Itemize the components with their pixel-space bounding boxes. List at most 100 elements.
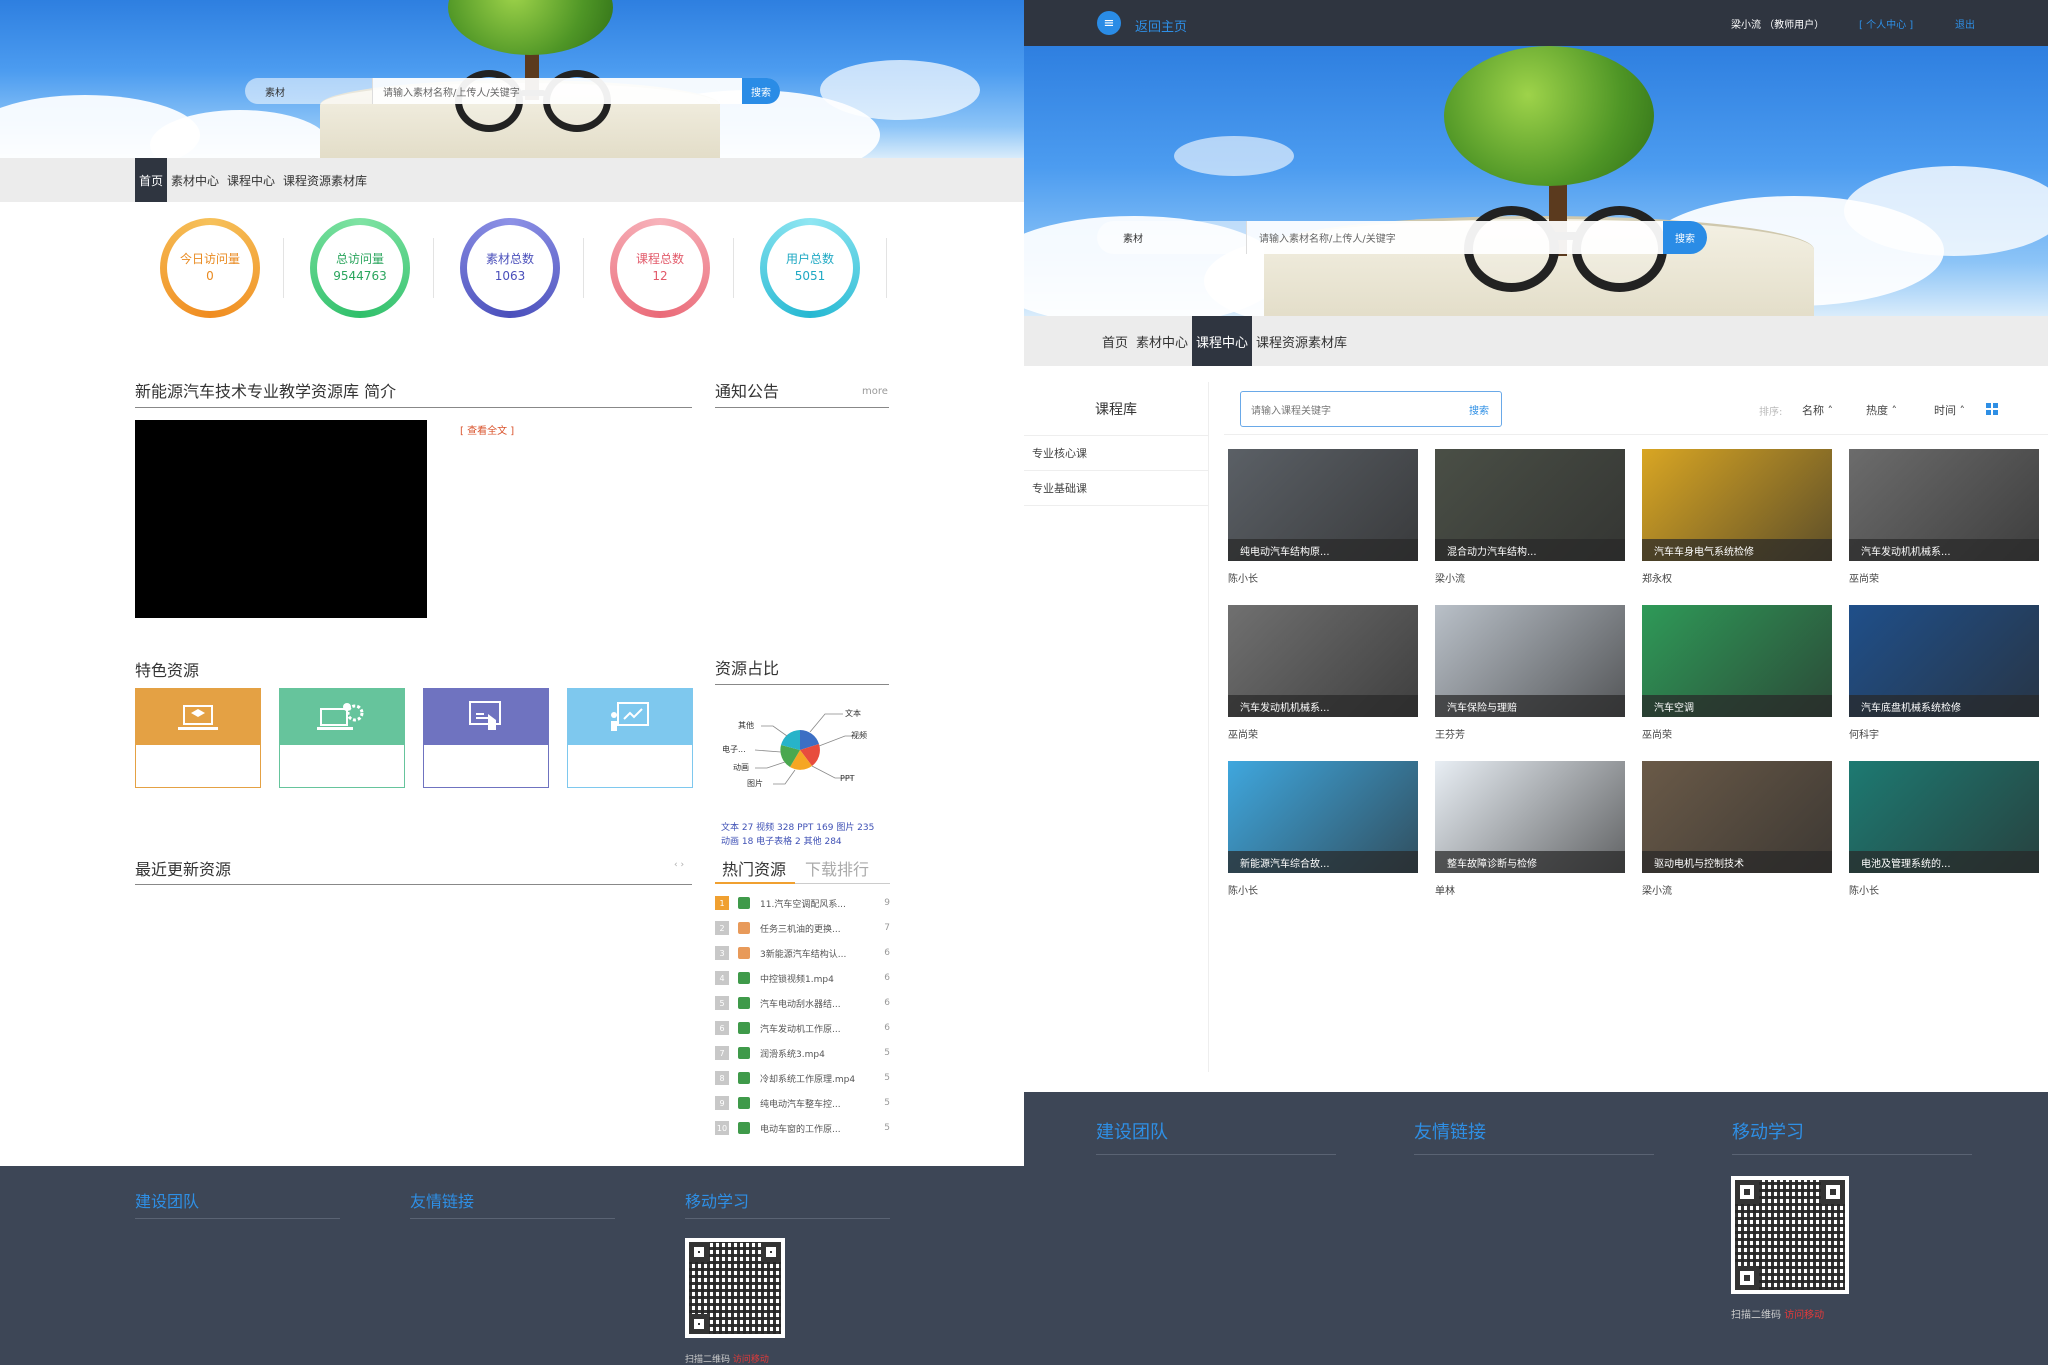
nav-material-center[interactable]: 素材中心 (167, 158, 223, 202)
back-home-link[interactable]: 返回主页 (1135, 16, 1187, 35)
course-author: 梁小流 (1642, 886, 1672, 897)
hot-resource-row[interactable]: 5 汽车电动刮水器结... 6 (715, 993, 890, 1013)
intro-video[interactable] (135, 420, 427, 618)
left-navbar: 首页 素材中心 课程中心 课程资源素材库 (0, 158, 1024, 202)
hot-resource-count: 5 (884, 1048, 890, 1058)
footer-scan-link[interactable]: 访问移动 (1784, 1310, 1824, 1321)
course-card[interactable]: 汽车保险与理赔王芬芳 (1435, 605, 1625, 741)
logout-link[interactable]: 退出 (1955, 16, 1975, 31)
featured-card-1[interactable] (135, 688, 261, 788)
course-thumbnail[interactable]: 汽车发动机机械系... (1849, 449, 2039, 561)
recent-pager-icon[interactable]: ‹ › (674, 860, 684, 870)
course-card[interactable]: 汽车底盘机械系统检修 何科宇 (1849, 605, 2039, 741)
hot-resource-row[interactable]: 6 汽车发动机工作原... 6 (715, 1018, 890, 1038)
hot-resource-name[interactable]: 任务三机油的更换... (760, 922, 884, 935)
footer-mobile-title: 移动学习 (685, 1192, 750, 1211)
sort-by-time[interactable]: 时间 ˄ (1934, 402, 1965, 418)
hot-resource-name[interactable]: 电动车窗的工作原... (760, 1122, 884, 1135)
course-thumbnail[interactable]: 整车故障诊断与检修 (1435, 761, 1625, 873)
nav-resource-library[interactable]: 课程资源素材库 (279, 158, 371, 202)
course-card[interactable]: 纯电动汽车结构原... 陈小长 (1228, 449, 1418, 585)
hot-resource-row[interactable]: 8 冷却系统工作原理.mp4 5 (715, 1068, 890, 1088)
tree-illustration (1444, 46, 1654, 186)
sort-by-popularity[interactable]: 热度 ˄ (1866, 402, 1897, 418)
hot-resource-name[interactable]: 润滑系统3.mp4 (760, 1047, 884, 1060)
nav-resource-library[interactable]: 课程资源素材库 (1252, 316, 1351, 366)
hot-resource-row[interactable]: 3 3新能源汽车结构认... 6 (715, 943, 890, 963)
user-name: 梁小流 （教师用户） (1731, 20, 1825, 31)
course-card[interactable]: 汽车空调 巫尚荣 (1642, 605, 1832, 741)
category-basic[interactable]: 专业基础课 (1024, 471, 1208, 506)
course-title: 汽车空调 (1642, 695, 1832, 717)
tab-download-rank[interactable]: 下载排行 (805, 856, 869, 880)
course-thumbnail[interactable]: 纯电动汽车结构原... (1228, 449, 1418, 561)
notice-more-link[interactable]: more (862, 386, 888, 397)
hot-resource-row[interactable]: 2 任务三机油的更换... 7 (715, 918, 890, 938)
stat-course-total: 课程总数 12 (610, 218, 710, 318)
course-thumbnail[interactable]: 电池及管理系统的... (1849, 761, 2039, 873)
course-card[interactable]: 混合动力汽车结构... 梁小流 (1435, 449, 1625, 585)
course-search-input[interactable]: 请输入课程关键字 (1240, 391, 1502, 427)
ratio-summary-1: 文本 27 视频 328 PPT 169 图片 235 (721, 823, 875, 833)
hot-resource-row[interactable]: 1 11.汽车空调配风系... 9 (715, 893, 890, 913)
hot-resource-row[interactable]: 7 润滑系统3.mp4 5 (715, 1043, 890, 1063)
hot-resource-row[interactable]: 4 中控锁视频1.mp4 6 (715, 968, 890, 988)
hot-resource-name[interactable]: 汽车电动刮水器结... (760, 997, 884, 1010)
course-thumbnail[interactable]: 汽车空调 (1642, 605, 1832, 717)
nav-home[interactable]: 首页 (135, 158, 168, 202)
featured-card-4[interactable] (567, 688, 693, 788)
course-title: 驱动电机与控制技术 (1642, 851, 1832, 873)
footer-scan-link[interactable]: 访问移动 (733, 1355, 769, 1365)
nav-material-center[interactable]: 素材中心 (1132, 316, 1192, 366)
hot-resource-name[interactable]: 中控锁视频1.mp4 (760, 972, 884, 985)
hot-resource-name[interactable]: 汽车发动机工作原... (760, 1022, 884, 1035)
file-icon (738, 1047, 750, 1059)
nav-course-center[interactable]: 课程中心 (223, 158, 279, 202)
nav-course-center[interactable]: 课程中心 (1192, 316, 1253, 366)
sort-by-name[interactable]: 名称 ˄ (1802, 402, 1833, 418)
personal-center-link[interactable]: [ 个人中心 ] (1859, 16, 1913, 31)
course-thumbnail[interactable]: 汽车保险与理赔 (1435, 605, 1625, 717)
featured-card-2[interactable] (279, 688, 405, 788)
nav-home[interactable]: 首页 (1098, 316, 1132, 366)
notice-title: 通知公告 (715, 382, 780, 401)
course-card[interactable]: 汽车车身电气系统检修 郑永权 (1642, 449, 1832, 585)
course-card[interactable]: 电池及管理系统的... 陈小长 (1849, 761, 2039, 897)
course-card[interactable]: 驱动电机与控制技术梁小流 (1642, 761, 1832, 897)
grid-view-icon[interactable] (1986, 403, 1998, 415)
course-card[interactable]: 新能源汽车综合故... 陈小长 (1228, 761, 1418, 897)
course-author: 王芬芳 (1435, 730, 1465, 741)
course-thumbnail[interactable]: 驱动电机与控制技术 (1642, 761, 1832, 873)
hot-resource-row[interactable]: 9 纯电动汽车整车控... 5 (715, 1093, 890, 1113)
course-thumbnail[interactable]: 混合动力汽车结构... (1435, 449, 1625, 561)
featured-card-3[interactable] (423, 688, 549, 788)
course-search-button[interactable]: 搜索 (1469, 402, 1489, 417)
course-thumbnail[interactable]: 新能源汽车综合故... (1228, 761, 1418, 873)
tab-hot-resources[interactable]: 热门资源 (722, 856, 786, 880)
hot-resource-name[interactable]: 纯电动汽车整车控... (760, 1097, 884, 1110)
course-thumbnail[interactable]: 汽车底盘机械系统检修 (1849, 605, 2039, 717)
rank-badge: 7 (715, 1046, 729, 1060)
pie-label-ppt: PPT (840, 774, 855, 783)
left-search-button[interactable]: 搜索 (742, 78, 780, 104)
left-search-select[interactable]: 素材 (245, 78, 373, 104)
hot-resource-name[interactable]: 3新能源汽车结构认... (760, 947, 884, 960)
course-thumbnail[interactable]: 汽车车身电气系统检修 (1642, 449, 1832, 561)
hot-resource-row[interactable]: 10 电动车窗的工作原... 5 (715, 1118, 890, 1138)
right-search-button[interactable]: 搜索 (1663, 221, 1707, 254)
course-card[interactable]: 汽车发动机机械系... 巫尚荣 (1849, 449, 2039, 585)
right-search-input[interactable]: 请输入素材名称/上传人/关键字 (1247, 221, 1663, 254)
hot-resource-count: 6 (884, 948, 890, 958)
left-search-bar: 素材 请输入素材名称/上传人/关键字 搜索 (245, 78, 780, 104)
menu-icon[interactable]: ≡ (1097, 11, 1121, 35)
course-thumbnail[interactable]: 汽车发动机机械系... (1228, 605, 1418, 717)
course-card[interactable]: 汽车发动机机械系... 巫尚荣 (1228, 605, 1418, 741)
right-search-select[interactable]: 素材 (1097, 221, 1247, 254)
hot-resource-name[interactable]: 11.汽车空调配风系... (760, 897, 884, 910)
hot-resource-name[interactable]: 冷却系统工作原理.mp4 (760, 1072, 884, 1085)
left-search-input[interactable]: 请输入素材名称/上传人/关键字 (373, 78, 742, 104)
category-core[interactable]: 专业核心课 (1024, 436, 1208, 471)
course-author: 陈小长 (1228, 574, 1258, 585)
course-card[interactable]: 整车故障诊断与检修 单林 (1435, 761, 1625, 897)
read-more-link[interactable]: [ 查看全文 ] (460, 422, 514, 437)
